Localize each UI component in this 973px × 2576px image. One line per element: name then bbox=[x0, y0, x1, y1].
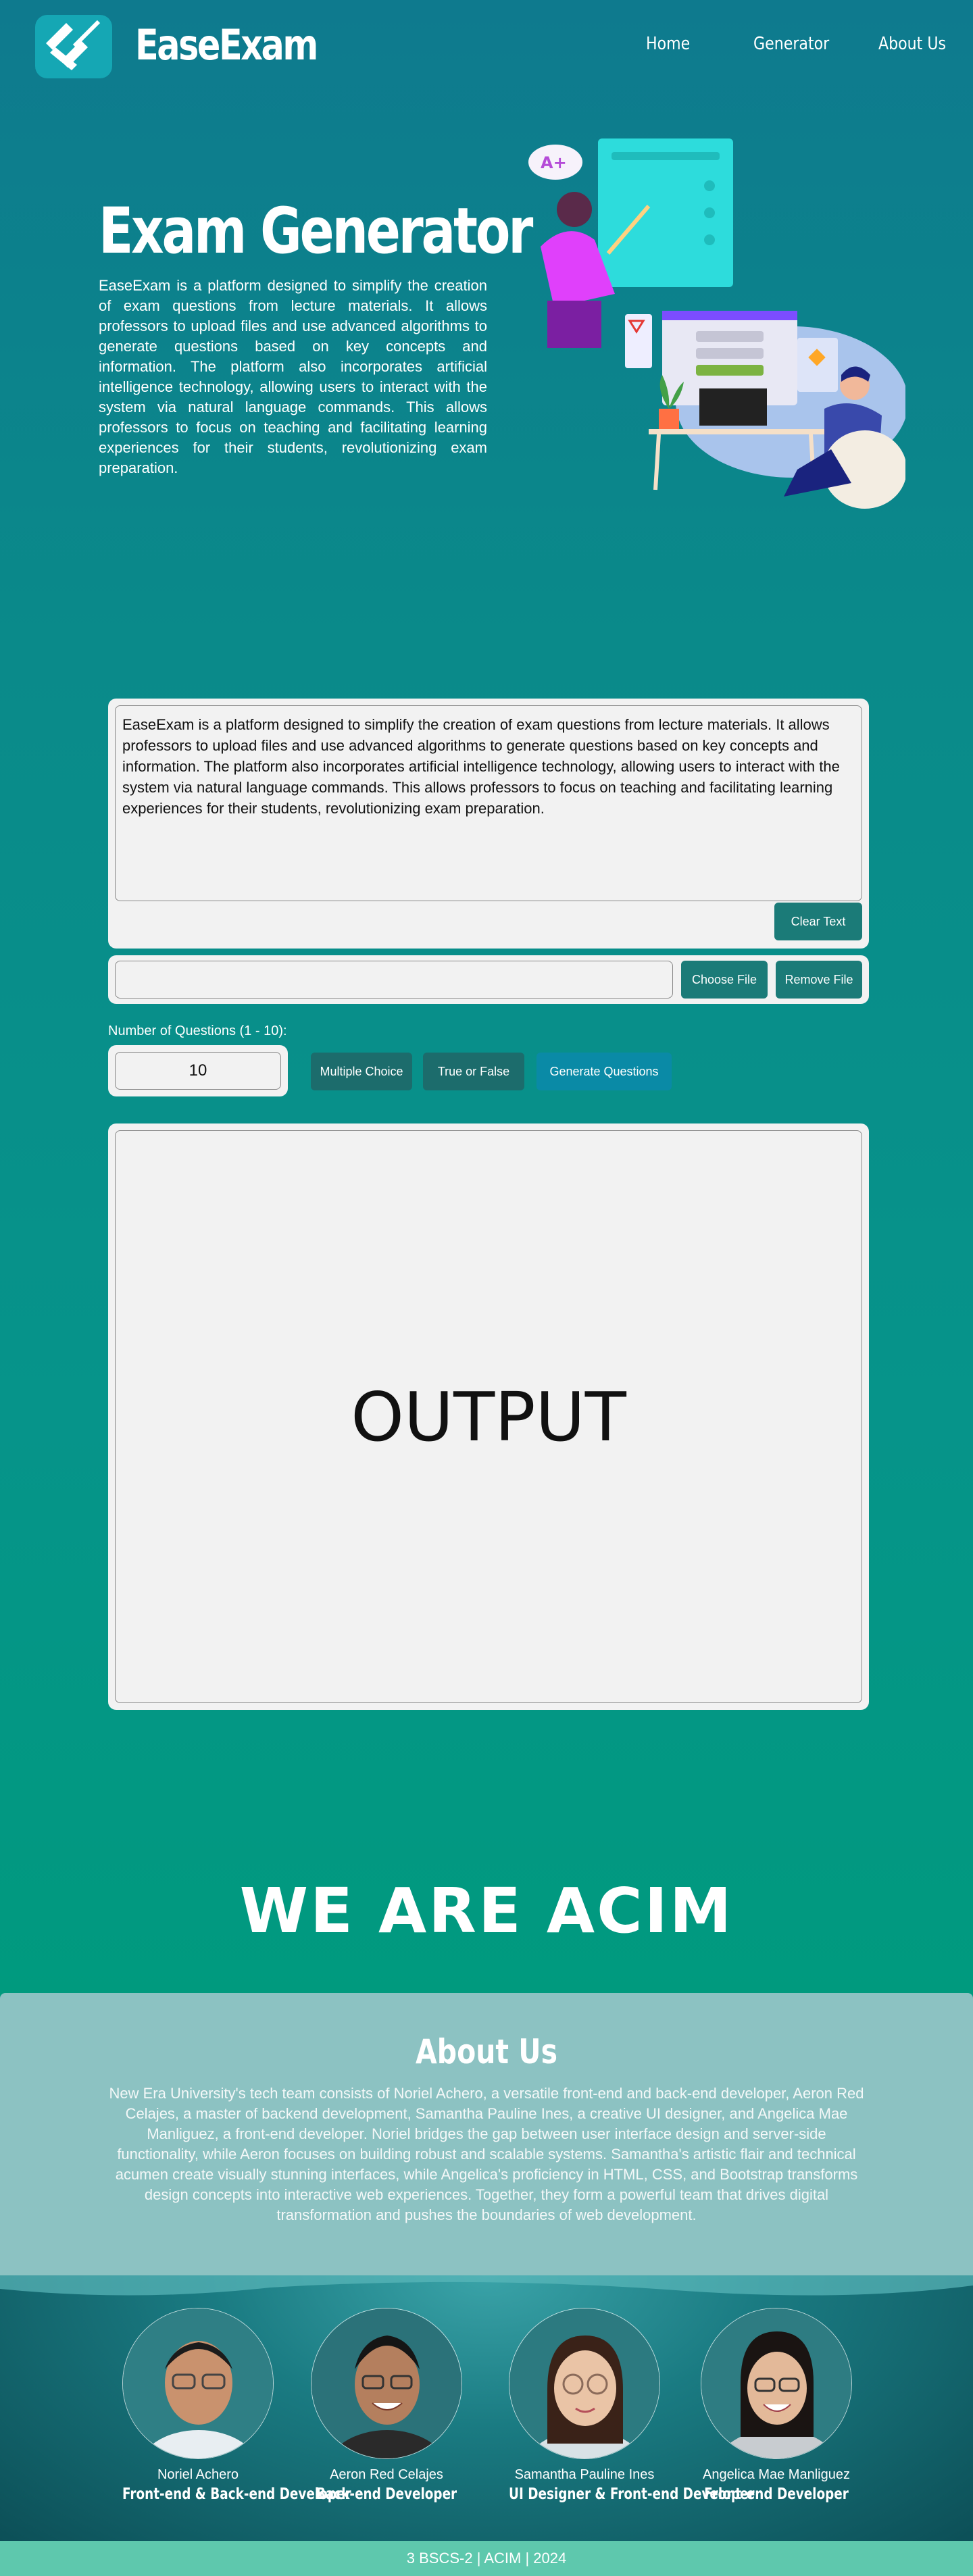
member-name: Aeron Red Celajes bbox=[330, 2467, 443, 2482]
page-title: Exam Generator bbox=[99, 195, 533, 268]
team-heading: WE ARE ACIM bbox=[239, 1875, 734, 1947]
nav-home[interactable]: Home bbox=[646, 34, 690, 54]
num-questions-input[interactable]: 10 bbox=[115, 1052, 281, 1090]
member-name: Angelica Mae Manliguez bbox=[703, 2467, 850, 2482]
footer: 3 BSCS-2 | ACIM | 2024 bbox=[0, 2541, 973, 2576]
avatar bbox=[509, 2308, 660, 2459]
file-upload-card: Choose File Remove File bbox=[108, 955, 869, 1004]
nav-about-us[interactable]: About Us bbox=[878, 34, 946, 54]
member-name: Samantha Pauline Ines bbox=[514, 2467, 655, 2482]
team-members-section: Noriel Achero Front-end & Back-end Devel… bbox=[0, 2275, 973, 2541]
nav-generator[interactable]: Generator bbox=[753, 34, 829, 54]
member-role: Front-end Developer bbox=[704, 2485, 849, 2503]
member-role: UI Designer & Front-end Developer bbox=[509, 2485, 755, 2503]
output-area[interactable]: OUTPUT bbox=[115, 1130, 862, 1703]
member-card: Noriel Achero Front-end & Back-end Devel… bbox=[103, 2308, 351, 2503]
output-card: OUTPUT bbox=[108, 1123, 869, 1710]
avatar bbox=[122, 2308, 274, 2459]
num-questions-card: 10 bbox=[108, 1045, 288, 1096]
choose-file-button[interactable]: Choose File bbox=[681, 961, 768, 999]
navbar: EaseExam Home Generator About Us bbox=[0, 0, 973, 95]
hero-description: EaseExam is a platform designed to simpl… bbox=[99, 277, 487, 476]
true-or-false-button[interactable]: True or False bbox=[423, 1053, 524, 1090]
avatar bbox=[311, 2308, 462, 2459]
num-questions-label: Number of Questions (1 - 10): bbox=[108, 1024, 287, 1038]
multiple-choice-button[interactable]: Multiple Choice bbox=[311, 1053, 412, 1090]
member-card: Samantha Pauline Ines UI Designer & Fron… bbox=[490, 2308, 755, 2503]
generate-questions-button[interactable]: Generate Questions bbox=[537, 1053, 672, 1090]
grade-badge-text: A+ bbox=[541, 153, 567, 172]
member-role: Back-end Developer bbox=[316, 2485, 457, 2503]
brand-name[interactable]: EaseExam bbox=[135, 20, 318, 70]
member-name: Noriel Achero bbox=[157, 2467, 239, 2482]
remove-file-button[interactable]: Remove File bbox=[776, 961, 862, 999]
about-title: About Us bbox=[415, 2032, 557, 2071]
member-role: Front-end & Back-end Developer bbox=[122, 2485, 351, 2503]
exam-illustration: A+ bbox=[514, 132, 908, 524]
clear-text-button[interactable]: Clear Text bbox=[774, 903, 862, 940]
footer-text: 3 BSCS-2 | ACIM | 2024 bbox=[406, 2550, 567, 2567]
lecture-text-input[interactable]: EaseExam is a platform designed to simpl… bbox=[115, 705, 862, 901]
about-section: About Us New Era University's tech team … bbox=[0, 1993, 973, 2275]
member-card: Aeron Red Celajes Back-end Developer bbox=[292, 2308, 481, 2503]
text-input-card: EaseExam is a platform designed to simpl… bbox=[108, 699, 869, 949]
avatar bbox=[701, 2308, 852, 2459]
file-name-field[interactable] bbox=[115, 961, 673, 999]
member-card: Angelica Mae Manliguez Front-end Develop… bbox=[682, 2308, 871, 2503]
easeexam-logo-icon[interactable] bbox=[34, 14, 114, 80]
about-text: New Era University's tech team consists … bbox=[109, 2085, 864, 2223]
